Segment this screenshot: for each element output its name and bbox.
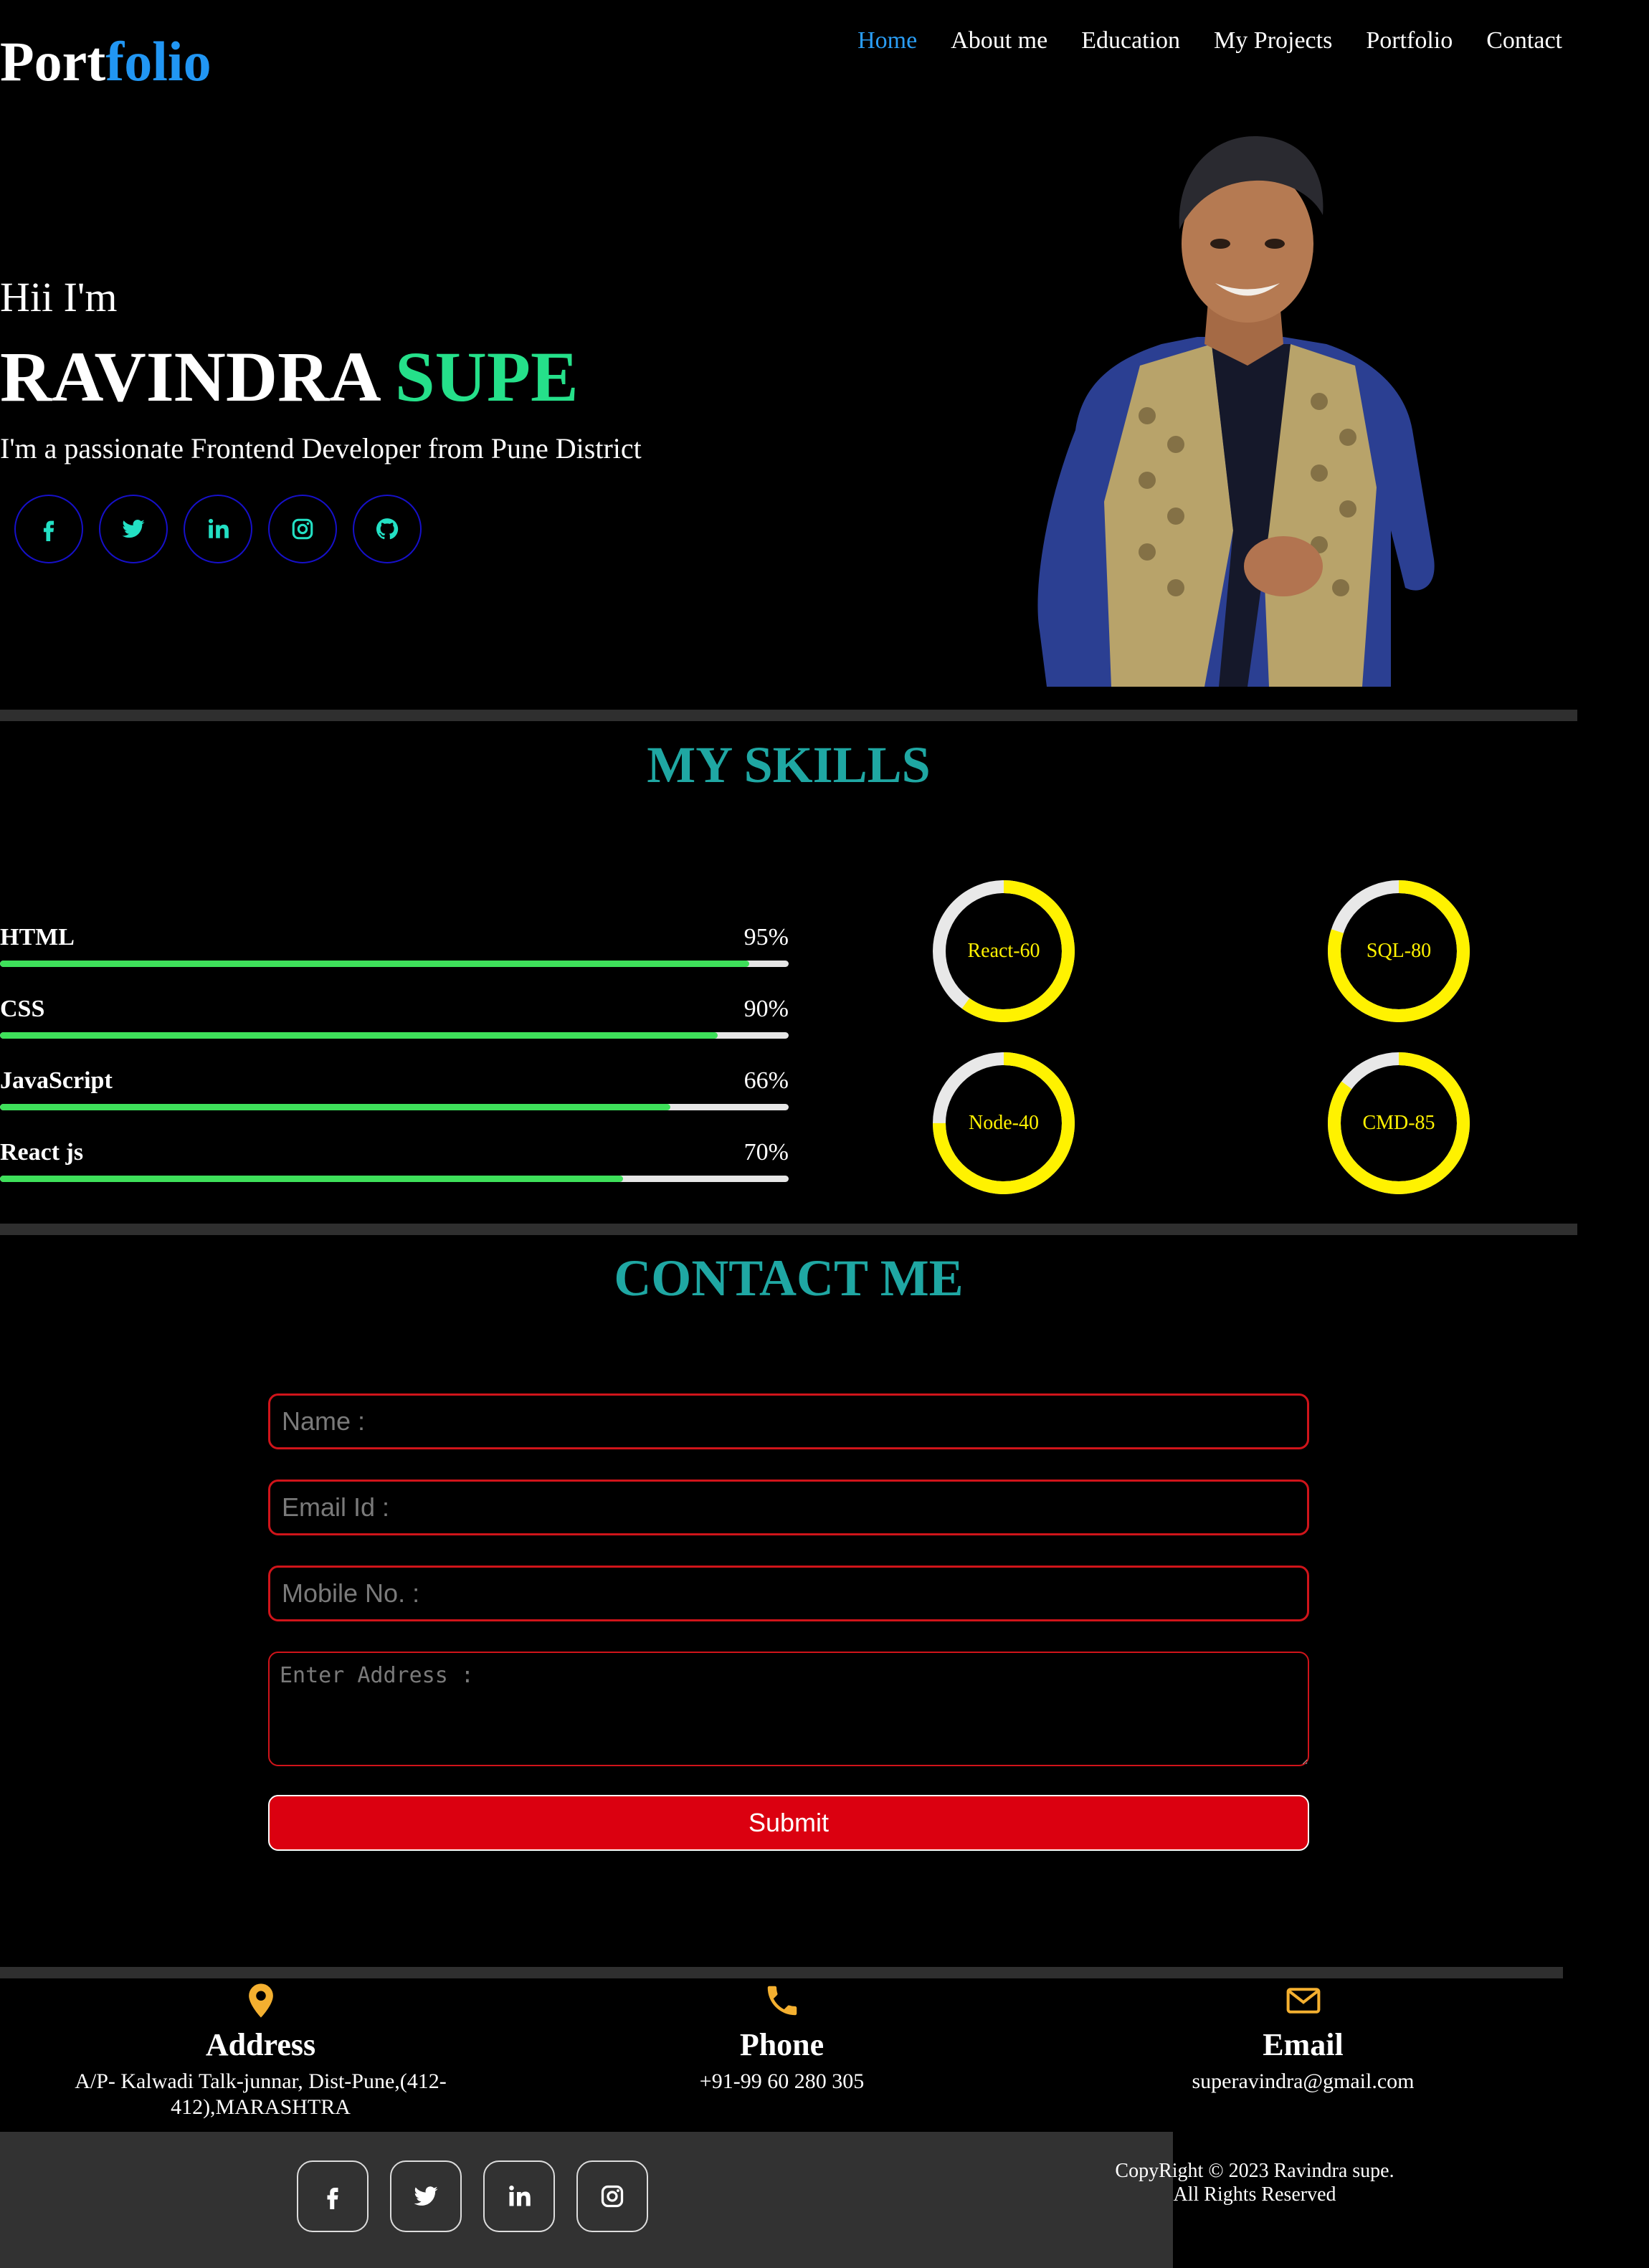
envelope-icon	[1286, 1988, 1320, 2014]
skill-fill	[0, 1104, 670, 1110]
hero-name: RAVINDRA SUPE	[0, 335, 579, 419]
skill-track	[0, 1032, 789, 1039]
twitter-link[interactable]	[99, 495, 168, 563]
copyright-line2: All Rights Reserved	[1173, 2183, 1336, 2206]
contact-title: CONTACT ME	[614, 1249, 964, 1307]
twitter-icon	[414, 2186, 438, 2206]
phone-block: Phone +91-99 60 280 305	[521, 1981, 1042, 2095]
address-title: Address	[205, 2027, 316, 2062]
skill-name: React js	[0, 1139, 84, 1166]
phone-icon	[767, 1986, 797, 2016]
skill-name: HTML	[0, 924, 75, 950]
linkedin-icon	[208, 518, 229, 538]
logo[interactable]: Portfolio	[0, 29, 212, 95]
github-icon	[376, 518, 399, 540]
hero-greeting: Hii I'm	[0, 274, 118, 320]
phone-title: Phone	[739, 2027, 824, 2062]
nav-projects[interactable]: My Projects	[1214, 24, 1332, 57]
profile-photo	[1037, 136, 1435, 687]
nav-contact[interactable]: Contact	[1486, 24, 1562, 57]
ring-label: SQL-80	[1366, 940, 1432, 962]
skill-bar-javascript: JavaScript 66%	[0, 1065, 789, 1123]
ring-label: React-60	[967, 940, 1040, 962]
hero-social-links	[14, 495, 422, 563]
nav-education[interactable]: Education	[1081, 24, 1180, 57]
twitter-icon	[122, 520, 145, 538]
skill-percent: 70%	[743, 1139, 789, 1166]
nav-portfolio[interactable]: Portfolio	[1366, 24, 1453, 57]
section-divider	[0, 1224, 1577, 1235]
github-link[interactable]	[353, 495, 422, 563]
name-input[interactable]	[268, 1393, 1309, 1449]
skill-ring-sql: SQL-80	[1326, 878, 1472, 1024]
phone-text: +91-99 60 280 305	[699, 2069, 865, 2093]
logo-part2: folio	[105, 30, 212, 92]
facebook-icon	[327, 2188, 338, 2209]
address-text: A/P- Kalwadi Talk-junnar, Dist-Pune,(412…	[75, 2069, 447, 2119]
skill-percent: 90%	[743, 996, 789, 1022]
email-title: Email	[1263, 2027, 1344, 2062]
footer-facebook-link[interactable]	[297, 2160, 369, 2232]
hero-first-name: RAVINDRA	[0, 337, 378, 416]
nav-about[interactable]: About me	[951, 24, 1047, 57]
linkedin-icon	[509, 2186, 531, 2206]
skill-name: CSS	[0, 996, 45, 1022]
copyright-line1: CopyRight © 2023 Ravindra supe.	[1115, 2160, 1394, 2182]
skill-name: JavaScript	[0, 1067, 113, 1094]
skill-fill	[0, 961, 749, 967]
mobile-input[interactable]	[268, 1566, 1309, 1621]
footer-social-links	[297, 2160, 648, 2232]
copyright: CopyRight © 2023 Ravindra supe. All Righ…	[1075, 2159, 1434, 2206]
nav-home[interactable]: Home	[857, 24, 917, 57]
address-block: Address A/P- Kalwadi Talk-junnar, Dist-P…	[0, 1981, 521, 2120]
ring-label: CMD-85	[1362, 1112, 1435, 1134]
top-nav: Home About me Education My Projects Port…	[857, 24, 1562, 57]
skill-track	[0, 961, 789, 967]
skill-track	[0, 1176, 789, 1182]
skill-bar-html: HTML 95%	[0, 922, 789, 979]
submit-button[interactable]: Submit	[268, 1795, 1309, 1851]
facebook-link[interactable]	[14, 495, 83, 563]
logo-part1: Port	[0, 30, 106, 92]
skill-ring-node: Node-40	[931, 1050, 1077, 1196]
skill-ring-react: React-60	[931, 878, 1077, 1024]
section-divider	[0, 1967, 1563, 1978]
skill-percent: 66%	[743, 1067, 789, 1094]
skill-fill	[0, 1176, 623, 1182]
email-input[interactable]	[268, 1480, 1309, 1535]
skill-bar-react: React js 70%	[0, 1137, 789, 1194]
linkedin-link[interactable]	[184, 495, 252, 563]
ring-label: Node-40	[969, 1112, 1039, 1134]
skill-track	[0, 1104, 789, 1110]
footer-twitter-link[interactable]	[390, 2160, 462, 2232]
address-textarea[interactable]	[268, 1652, 1309, 1766]
email-block: Email superavindra@gmail.com	[1042, 1981, 1564, 2095]
skill-bar-css: CSS 90%	[0, 994, 789, 1051]
skill-percent: 95%	[743, 924, 789, 950]
hero-last-name: SUPE	[395, 337, 579, 416]
map-marker-icon	[248, 1983, 273, 2018]
skill-fill	[0, 1032, 718, 1039]
skill-ring-cmd: CMD-85	[1326, 1050, 1472, 1196]
email-text: superavindra@gmail.com	[1192, 2069, 1415, 2093]
footer-instagram-link[interactable]	[576, 2160, 648, 2232]
facebook-icon	[43, 520, 54, 541]
instagram-icon	[292, 518, 313, 540]
hero-tagline: I'm a passionate Frontend Developer from…	[0, 432, 642, 464]
instagram-link[interactable]	[268, 495, 337, 563]
skills-title: MY SKILLS	[647, 736, 931, 794]
section-divider	[0, 710, 1577, 721]
instagram-icon	[601, 2185, 624, 2208]
footer-linkedin-link[interactable]	[483, 2160, 555, 2232]
